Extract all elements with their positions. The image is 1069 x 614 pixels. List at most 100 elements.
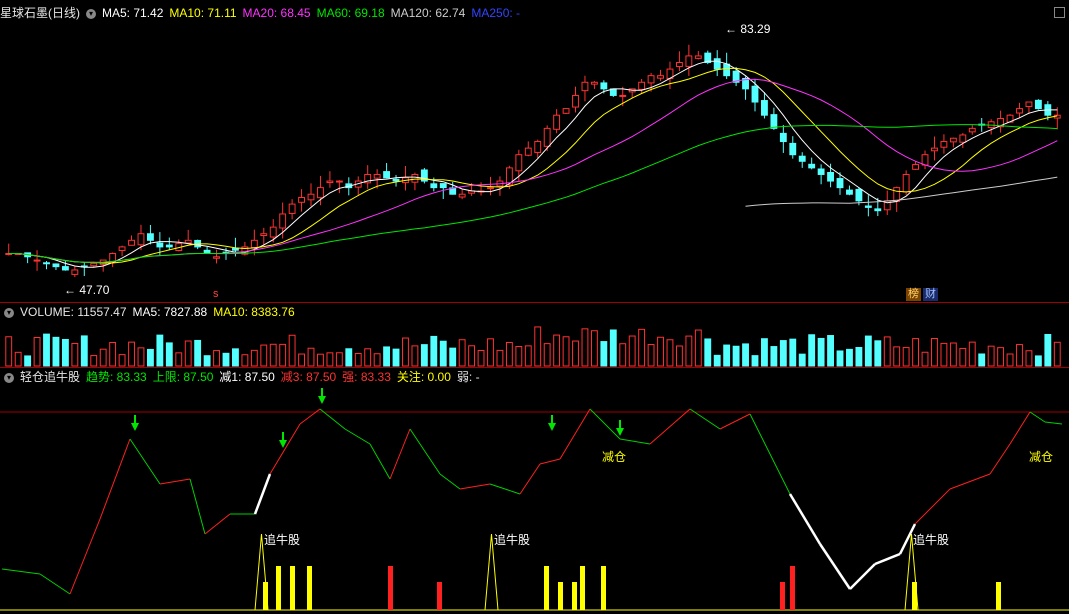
signal-bar bbox=[601, 566, 606, 610]
candle-body bbox=[572, 94, 579, 108]
volume-bar bbox=[543, 343, 551, 367]
indicator-settings-icon[interactable]: ▾ bbox=[4, 372, 14, 383]
volume-chart bbox=[5, 326, 1061, 367]
candle-body bbox=[260, 233, 268, 237]
volume-bar bbox=[288, 334, 296, 367]
volume-bar bbox=[600, 341, 608, 367]
pane-divider[interactable] bbox=[0, 302, 1069, 303]
volume-bar bbox=[279, 343, 287, 367]
volume-bar bbox=[335, 352, 343, 367]
volume-bar bbox=[137, 347, 145, 367]
candle-body bbox=[128, 239, 135, 246]
volume-bar bbox=[902, 347, 910, 367]
candle-body bbox=[156, 242, 164, 248]
trend-line-segment bbox=[99, 438, 131, 520]
volume-bar bbox=[846, 348, 853, 367]
trend-line-segment bbox=[459, 483, 491, 490]
event-marker-icon[interactable]: s bbox=[211, 288, 221, 301]
indicator-name[interactable]: 轻仓追牛股 bbox=[20, 370, 80, 384]
trend-line-segment bbox=[989, 443, 1011, 475]
trend-line-segment bbox=[253, 473, 272, 515]
volume-bar bbox=[364, 348, 372, 367]
signal-bar bbox=[996, 582, 1001, 610]
volume-bar bbox=[619, 343, 627, 367]
trend-line-segment bbox=[914, 488, 951, 525]
volume-bar bbox=[515, 346, 523, 367]
volume-bar bbox=[666, 339, 674, 367]
trend-line-segment bbox=[1029, 411, 1046, 423]
trend-value: 趋势: 83.33 bbox=[86, 370, 147, 384]
signal-bar bbox=[437, 582, 442, 610]
volume-bar bbox=[52, 336, 60, 367]
candle-body bbox=[165, 244, 173, 248]
candle-body bbox=[61, 266, 69, 271]
signal-bar bbox=[558, 582, 563, 610]
volume-bar bbox=[1006, 353, 1014, 367]
candle-body bbox=[298, 197, 305, 203]
volume-bar bbox=[260, 344, 268, 367]
volume-bar bbox=[761, 338, 768, 367]
scroll-right-icon[interactable] bbox=[1054, 7, 1065, 18]
trend-line-segment bbox=[649, 408, 691, 445]
candle-body bbox=[600, 82, 608, 90]
volume-bar bbox=[723, 344, 731, 367]
volume-bar bbox=[572, 340, 579, 367]
volume-bar bbox=[128, 341, 135, 367]
volume-bar bbox=[373, 353, 381, 367]
volume-bar bbox=[307, 347, 315, 367]
volume-bar bbox=[978, 353, 986, 367]
trend-line-segment bbox=[559, 408, 591, 460]
candle-body bbox=[657, 75, 664, 79]
candle-body bbox=[1016, 108, 1023, 114]
candle-body bbox=[675, 62, 683, 68]
trend-line-segment bbox=[489, 483, 521, 495]
volume-bar bbox=[751, 355, 759, 367]
volume-bar bbox=[836, 350, 844, 367]
volume-bar bbox=[99, 348, 107, 367]
volume-bar bbox=[250, 349, 258, 367]
trend-line-segment bbox=[39, 573, 71, 595]
candle-body bbox=[232, 248, 239, 251]
volume-legend: ▾ VOLUME: 11557.47 MA5: 7827.88 MA10: 8383.… bbox=[0, 304, 301, 320]
volume-bar bbox=[987, 345, 995, 367]
trend-line-segment bbox=[849, 563, 876, 590]
ma20-line bbox=[8, 78, 1058, 263]
down-arrow-icon bbox=[318, 396, 326, 404]
volume-bar bbox=[921, 351, 929, 367]
volume-settings-icon[interactable]: ▾ bbox=[4, 307, 14, 318]
candle-body bbox=[562, 108, 570, 114]
volume-bar bbox=[496, 349, 504, 367]
volume-bar bbox=[43, 333, 50, 367]
minus3-value: 减3: 87.50 bbox=[280, 370, 337, 384]
candle-body bbox=[827, 172, 834, 182]
trend-line-segment bbox=[874, 552, 901, 566]
candle-body bbox=[392, 178, 400, 182]
bang-badge[interactable]: 榜 bbox=[906, 288, 921, 301]
pane-divider[interactable] bbox=[0, 367, 1069, 368]
candle-body bbox=[71, 269, 79, 275]
volume-bar bbox=[997, 347, 1005, 367]
volume-bar bbox=[411, 345, 419, 367]
candle-body bbox=[921, 154, 929, 166]
ma10-line bbox=[8, 67, 1058, 264]
volume-bar bbox=[1025, 350, 1033, 367]
volume-bar bbox=[71, 342, 79, 367]
candle-body bbox=[874, 208, 882, 212]
volume-bar bbox=[33, 336, 41, 367]
candle-body bbox=[855, 188, 863, 202]
volume-bar bbox=[562, 336, 570, 367]
volume-bar bbox=[874, 340, 882, 367]
volume-bar bbox=[458, 339, 466, 367]
trend-line-segment bbox=[439, 473, 461, 490]
candle-body bbox=[326, 180, 334, 184]
signal-bar bbox=[276, 566, 281, 610]
candle-body bbox=[893, 187, 901, 202]
candle-body bbox=[647, 75, 655, 84]
volume-bar bbox=[685, 335, 693, 367]
cai-badge[interactable]: 财 bbox=[923, 288, 938, 301]
volume-ma5: MA5: 7827.88 bbox=[132, 305, 208, 319]
candle-body bbox=[751, 85, 759, 103]
volume-bar bbox=[855, 347, 863, 367]
volume-bar bbox=[269, 343, 277, 367]
signal-bar bbox=[290, 566, 295, 610]
